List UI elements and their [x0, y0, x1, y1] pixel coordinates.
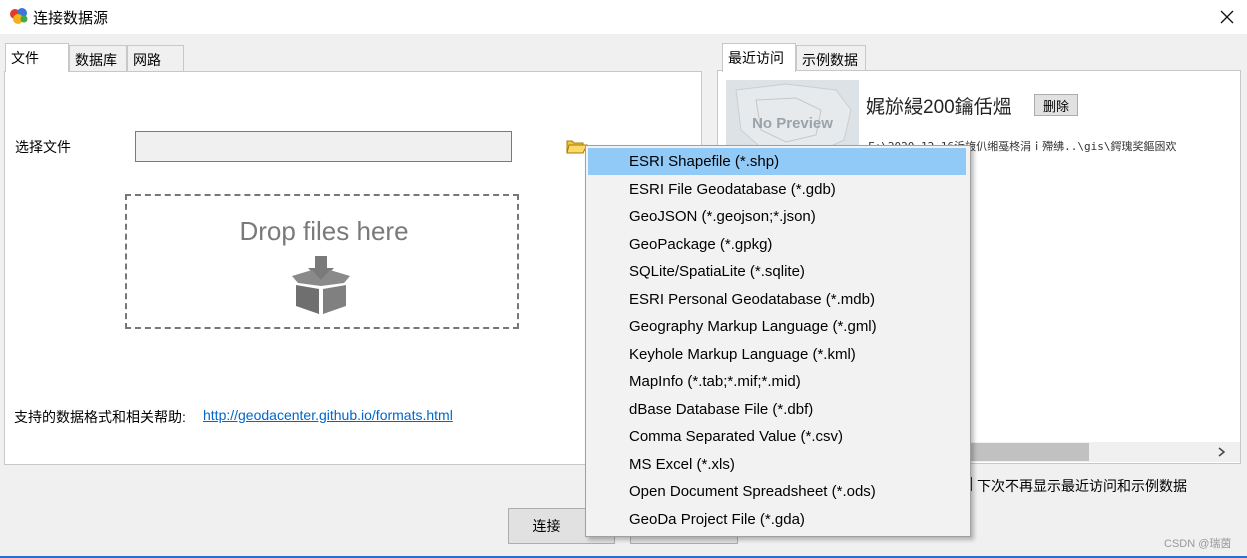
- menu-item[interactable]: ESRI File Geodatabase (*.gdb): [588, 176, 966, 203]
- menu-item[interactable]: MS Excel (*.xls): [588, 451, 966, 478]
- recent-item-name[interactable]: 娓旀綅200鑰佸熅: [866, 92, 1012, 119]
- tab-network-label: 网路: [133, 52, 161, 68]
- menu-item[interactable]: Geography Markup Language (*.gml): [588, 313, 966, 340]
- no-preview-text: No Preview: [752, 115, 833, 132]
- chevron-right-icon: [1218, 447, 1226, 457]
- scroll-right-button[interactable]: [1210, 442, 1234, 462]
- tab-database-label: 数据库: [75, 52, 117, 68]
- menu-item[interactable]: GeoDa Project File (*.gda): [588, 506, 966, 533]
- window-title: 连接数据源: [33, 10, 109, 27]
- app-icon: [10, 8, 28, 24]
- menu-item[interactable]: ESRI Personal Geodatabase (*.mdb): [588, 286, 966, 313]
- watermark: CSDN @瑞茵: [1164, 538, 1232, 550]
- drop-zone-text: Drop files here: [239, 216, 409, 246]
- file-format-menu: ESRI Shapefile (*.shp) ESRI File Geodatab…: [585, 145, 971, 537]
- menu-item[interactable]: dBase Database File (*.dbf): [588, 396, 966, 423]
- menu-item[interactable]: GeoPackage (*.gpkg): [588, 231, 966, 258]
- menu-item[interactable]: Comma Separated Value (*.csv): [588, 423, 966, 450]
- tab-database[interactable]: 数据库: [69, 45, 127, 72]
- drop-zone[interactable]: Drop files here: [125, 194, 519, 329]
- file-path-input[interactable]: [135, 131, 512, 162]
- tab-file[interactable]: 文件: [5, 43, 69, 72]
- connect-button-label: 连接: [532, 518, 561, 534]
- tab-sample-data[interactable]: 示例数据: [796, 45, 866, 72]
- menu-item[interactable]: ESRI Shapefile (*.shp): [588, 148, 966, 175]
- menu-item[interactable]: Keyhole Markup Language (*.kml): [588, 341, 966, 368]
- file-label: 选择文件: [15, 139, 71, 155]
- title-bar: [0, 0, 1247, 34]
- menu-item[interactable]: Open Document Spreadsheet (*.ods): [588, 478, 966, 505]
- close-icon: [1220, 10, 1234, 24]
- delete-recent-button[interactable]: 删除: [1034, 94, 1078, 116]
- no-show-label: 下次不再显示最近访问和示例数据: [977, 478, 1187, 494]
- help-label: 支持的数据格式和相关帮助:: [14, 409, 186, 425]
- menu-item[interactable]: MapInfo (*.tab;*.mif;*.mid): [588, 368, 966, 395]
- close-button[interactable]: [1210, 2, 1244, 32]
- tab-sample-data-label: 示例数据: [802, 52, 858, 68]
- menu-item[interactable]: GeoJSON (*.geojson;*.json): [588, 203, 966, 230]
- tab-recent[interactable]: 最近访问: [722, 43, 796, 72]
- download-box-icon: [292, 256, 350, 314]
- tab-file-label: 文件: [11, 50, 39, 66]
- scrollbar-thumb[interactable]: [966, 443, 1089, 461]
- formats-help-link[interactable]: http://geodacenter.github.io/formats.htm…: [203, 407, 453, 423]
- tab-recent-label: 最近访问: [728, 50, 784, 66]
- menu-item[interactable]: SQLite/SpatiaLite (*.sqlite): [588, 258, 966, 285]
- tab-network[interactable]: 网路: [127, 45, 184, 72]
